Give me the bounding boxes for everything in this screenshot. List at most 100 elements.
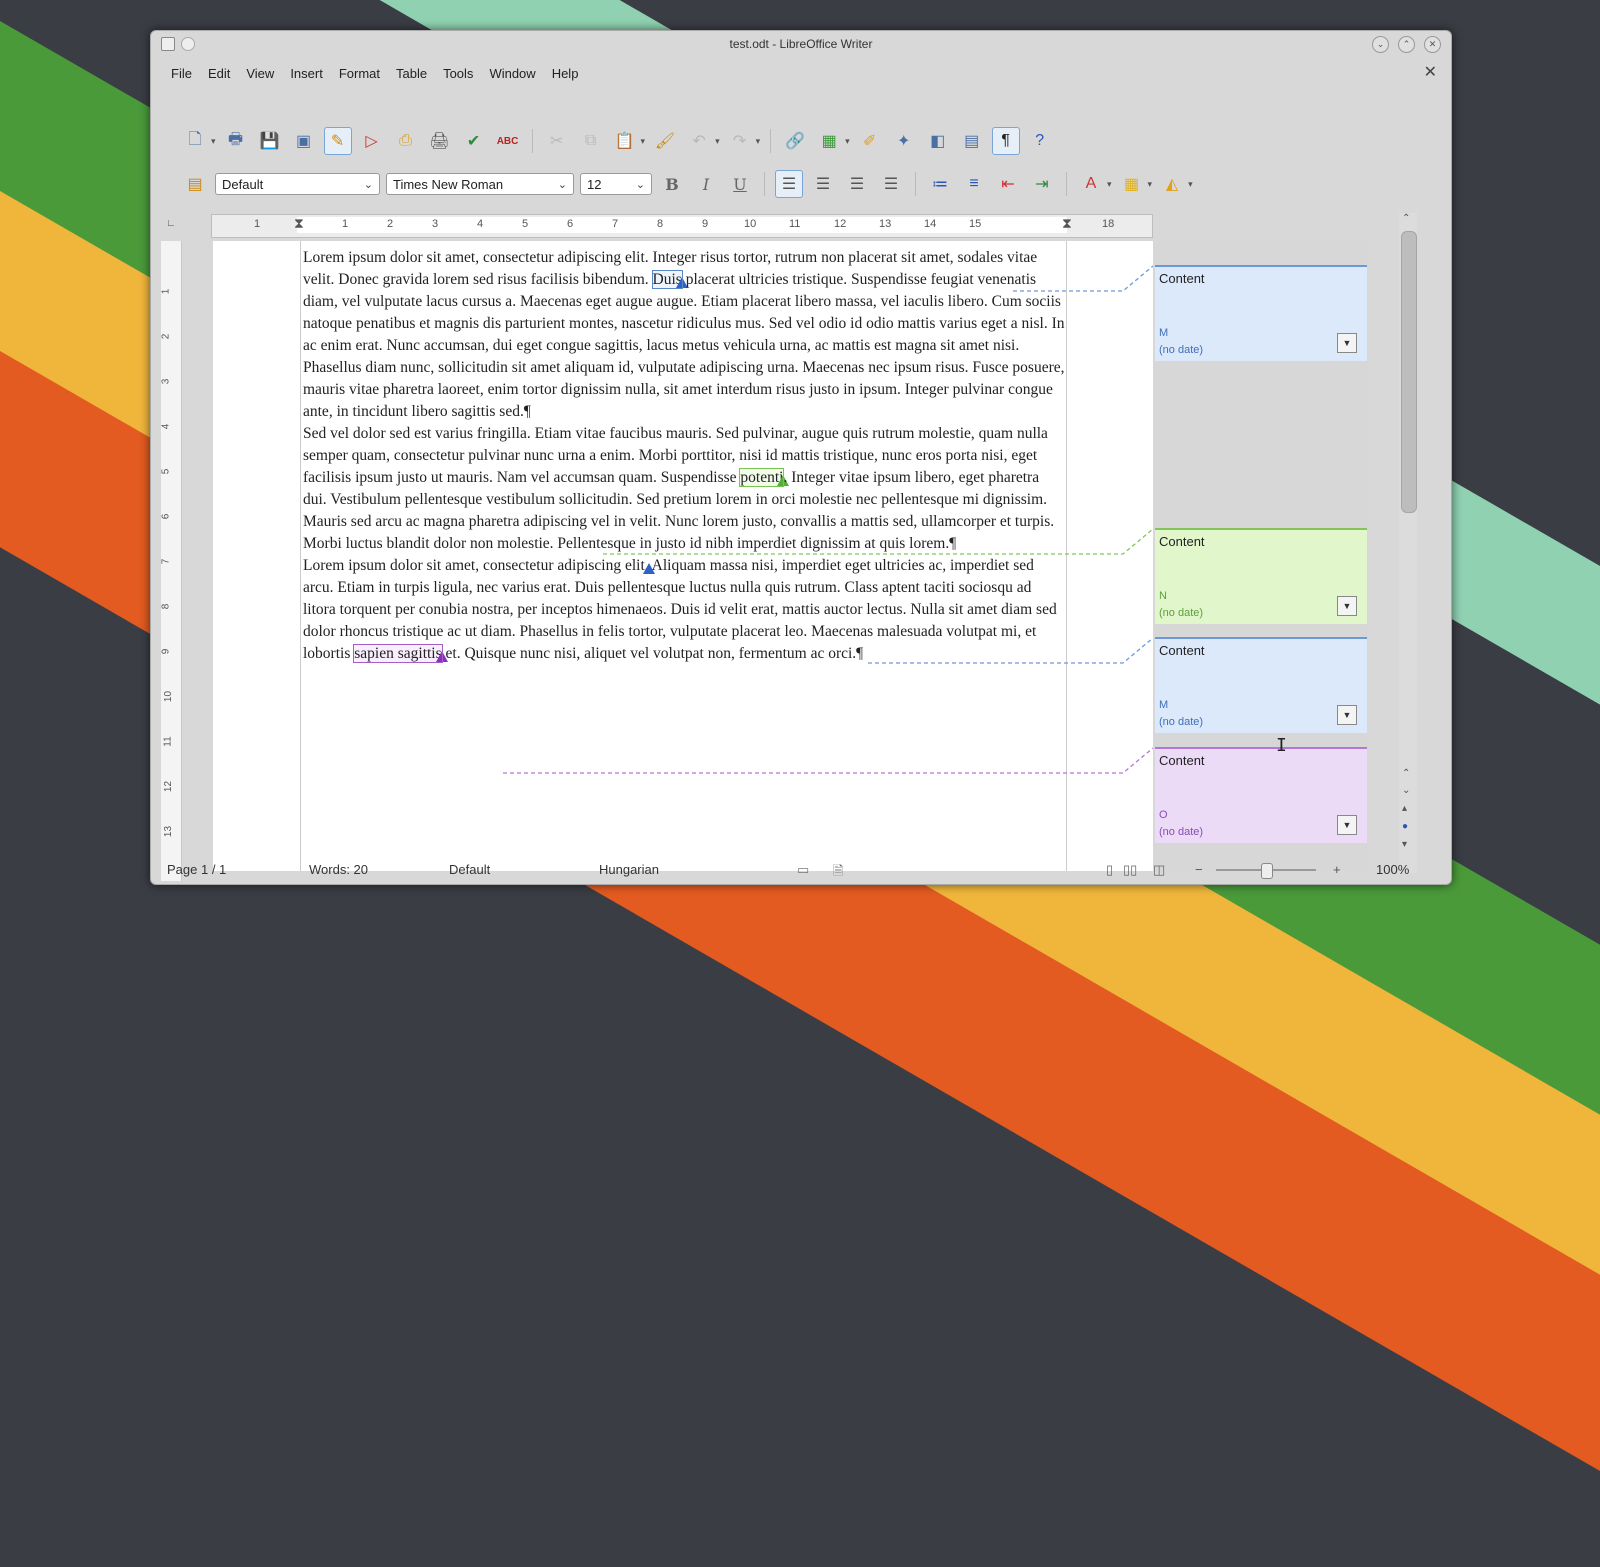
comment-menu-button[interactable]: ▼	[1337, 705, 1357, 725]
styles-formatting-icon[interactable]: ▤	[181, 170, 209, 198]
keep-above-icon[interactable]	[181, 37, 195, 51]
bullets-icon[interactable]: ≡	[960, 170, 988, 198]
align-right-icon[interactable]: ☰	[843, 170, 871, 198]
horizontal-ruler[interactable]: 1 ⧗ 1 2 3 4 5 6 7 8 9 10 11 12 13 14 15 …	[211, 214, 1153, 238]
comment-text[interactable]: Content	[1159, 643, 1363, 658]
table-dropdown-icon[interactable]: ▾	[845, 136, 850, 147]
clone-formatting-icon[interactable]: 🖌	[651, 127, 679, 155]
undo-icon[interactable]: ↶	[685, 127, 713, 155]
maximize-button[interactable]: ⌃	[1398, 36, 1415, 53]
menu-file[interactable]: File	[163, 63, 200, 85]
page-indicator[interactable]: Page 1 / 1	[167, 862, 226, 877]
navigation-icon[interactable]: ●	[1402, 821, 1408, 832]
menu-insert[interactable]: Insert	[282, 63, 331, 85]
app-menu-icon[interactable]	[161, 37, 175, 51]
comment-text[interactable]: Content	[1159, 534, 1363, 549]
previous-page-icon[interactable]: ▴	[1402, 803, 1407, 814]
print-direct-icon[interactable]: ⎙	[392, 127, 420, 155]
export-pdf-icon[interactable]: ▷	[358, 127, 386, 155]
comment-text[interactable]: Content	[1159, 753, 1363, 768]
menu-view[interactable]: View	[238, 63, 282, 85]
zoom-slider-handle[interactable]	[1261, 863, 1273, 879]
background-color-icon[interactable]: ◭	[1158, 170, 1186, 198]
navigator-icon[interactable]: ◧	[924, 127, 952, 155]
comment-box-4[interactable]: Content O (no date) ▼	[1155, 747, 1367, 843]
hyperlink-icon[interactable]: 🔗	[781, 127, 809, 155]
font-color-icon[interactable]: A	[1077, 170, 1105, 198]
document-page[interactable]: Lorem ipsum dolor sit amet, consectetur …	[213, 241, 1153, 871]
italic-icon[interactable]: I	[692, 170, 720, 198]
paste-icon[interactable]: 📋	[611, 127, 639, 155]
menu-window[interactable]: Window	[481, 63, 543, 85]
menu-table[interactable]: Table	[388, 63, 435, 85]
justify-icon[interactable]: ☰	[877, 170, 905, 198]
zoom-in-button[interactable]: +	[1333, 862, 1341, 877]
align-center-icon[interactable]: ☰	[809, 170, 837, 198]
multi-page-view-icon[interactable]: ▯▯	[1123, 862, 1137, 878]
scrollbar-thumb[interactable]	[1401, 231, 1417, 513]
increase-indent-icon[interactable]: ⇥	[1028, 170, 1056, 198]
close-document-icon[interactable]: ✕	[1424, 65, 1437, 81]
vertical-ruler[interactable]: 1 2 3 4 5 6 7 8 9 10 11 12 13	[160, 241, 182, 881]
comment-box-2[interactable]: Content N (no date) ▼	[1155, 528, 1367, 624]
menu-edit[interactable]: Edit	[200, 63, 238, 85]
minimize-button[interactable]: ⌄	[1372, 36, 1389, 53]
copy-icon[interactable]: ⧉	[577, 127, 605, 155]
comment-menu-button[interactable]: ▼	[1337, 596, 1357, 616]
help-icon[interactable]: ?	[1026, 127, 1054, 155]
scroll-down-icon[interactable]: ⌄	[1402, 785, 1410, 796]
menu-format[interactable]: Format	[331, 63, 388, 85]
save-as-icon[interactable]: ▣	[290, 127, 318, 155]
spellcheck-icon[interactable]: ✔	[460, 127, 488, 155]
find-replace-icon[interactable]: ✦	[890, 127, 918, 155]
font-name-combo[interactable]: Times New Roman ⌄	[386, 173, 574, 195]
align-left-icon[interactable]: ☰	[775, 170, 803, 198]
comment-anchor-text[interactable]: sapien sagittis	[353, 644, 443, 663]
formatting-marks-icon[interactable]: ¶	[991, 127, 1020, 155]
highlighting-dropdown-icon[interactable]: ▾	[1148, 179, 1153, 190]
insert-mode-icon[interactable]: ▭	[797, 862, 809, 878]
scroll-up-icon[interactable]: ⌃	[1402, 213, 1410, 224]
paragraph-3[interactable]: Lorem ipsum dolor sit amet, consectetur …	[303, 555, 1065, 665]
comment-menu-button[interactable]: ▼	[1337, 333, 1357, 353]
document-canvas[interactable]: Lorem ipsum dolor sit amet, consectetur …	[213, 241, 1368, 871]
highlighting-icon[interactable]: ▦	[1118, 170, 1146, 198]
print-preview-icon[interactable]: 🖨	[426, 127, 454, 155]
font-size-combo[interactable]: 12 ⌄	[580, 173, 652, 195]
cut-icon[interactable]: ✂	[543, 127, 571, 155]
book-view-icon[interactable]: ◫	[1153, 862, 1165, 878]
zoom-level[interactable]: 100%	[1376, 862, 1409, 877]
left-indent-marker-icon[interactable]: ⧗	[294, 215, 304, 232]
edit-mode-icon[interactable]: ✎	[323, 127, 352, 155]
show-draw-functions-icon[interactable]: ✐	[856, 127, 884, 155]
new-document-icon[interactable]: 🗋	[181, 127, 209, 155]
single-page-view-icon[interactable]: ▯	[1106, 862, 1113, 878]
gallery-icon[interactable]: ▤	[958, 127, 986, 155]
scroll-up-small-icon[interactable]: ⌃	[1402, 768, 1410, 779]
comment-menu-button[interactable]: ▼	[1337, 815, 1357, 835]
redo-icon[interactable]: ↷	[726, 127, 754, 155]
new-dropdown-icon[interactable]: ▾	[211, 136, 216, 147]
redo-dropdown-icon[interactable]: ▾	[756, 136, 761, 147]
print-icon[interactable]: 🖶	[222, 127, 250, 155]
paragraph-1[interactable]: Lorem ipsum dolor sit amet, consectetur …	[303, 247, 1065, 423]
menu-tools[interactable]: Tools	[435, 63, 481, 85]
close-window-button[interactable]: ✕	[1424, 36, 1441, 53]
paragraph-style-combo[interactable]: Default ⌄	[215, 173, 380, 195]
autospell-icon[interactable]: ABC	[494, 127, 522, 155]
underline-icon[interactable]: U	[726, 170, 754, 198]
document-body[interactable]: Lorem ipsum dolor sit amet, consectetur …	[303, 247, 1065, 665]
comment-box-1[interactable]: Content M (no date) ▼	[1155, 265, 1367, 361]
undo-dropdown-icon[interactable]: ▾	[715, 136, 720, 147]
font-color-dropdown-icon[interactable]: ▾	[1107, 179, 1112, 190]
table-insert-icon[interactable]: ▦	[815, 127, 843, 155]
menu-help[interactable]: Help	[544, 63, 587, 85]
language-indicator[interactable]: Hungarian	[599, 862, 659, 877]
decrease-indent-icon[interactable]: ⇤	[994, 170, 1022, 198]
comment-box-3[interactable]: Content M (no date) ▼	[1155, 637, 1367, 733]
paragraph-2[interactable]: Sed vel dolor sed est varius fringilla. …	[303, 423, 1065, 555]
comment-text[interactable]: Content	[1159, 271, 1363, 286]
numbering-icon[interactable]: ≔	[926, 170, 954, 198]
paste-dropdown-icon[interactable]: ▾	[641, 136, 646, 147]
background-dropdown-icon[interactable]: ▾	[1188, 179, 1193, 190]
